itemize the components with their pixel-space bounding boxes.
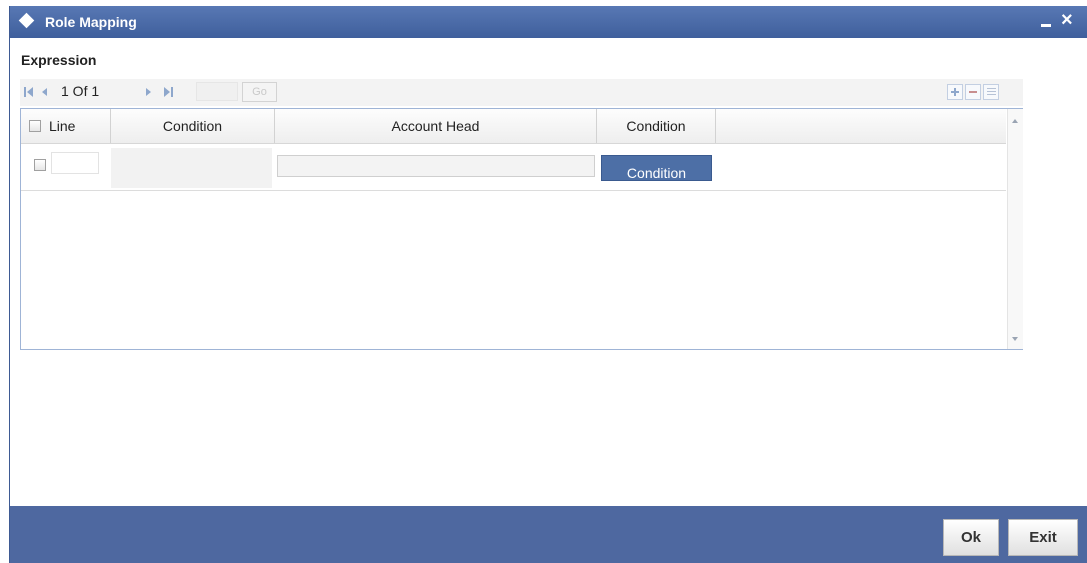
single-view-icon[interactable]	[983, 84, 999, 100]
column-header-line: Line	[21, 109, 111, 143]
page-number-input[interactable]	[196, 82, 238, 101]
vertical-scrollbar[interactable]	[1007, 109, 1023, 349]
page-indicator: 1 Of 1	[61, 83, 100, 99]
footer-bar: Ok Exit	[10, 506, 1087, 563]
column-header-condition: Condition	[111, 109, 275, 143]
scroll-down-icon[interactable]	[1012, 337, 1018, 341]
column-header-condition-button: Condition	[597, 109, 716, 143]
section-title: Expression	[21, 52, 97, 68]
role-mapping-window: Role Mapping × Expression 1 Of 1 Go Line…	[9, 6, 1087, 563]
diamond-icon	[18, 12, 35, 29]
next-page-icon[interactable]	[146, 87, 156, 97]
account-head-field[interactable]	[277, 155, 595, 177]
grid-header: Line Condition Account Head Condition	[21, 109, 1006, 144]
last-page-icon[interactable]	[164, 87, 174, 97]
ok-button[interactable]: Ok	[943, 519, 999, 556]
add-row-icon[interactable]	[947, 84, 963, 100]
select-all-checkbox[interactable]	[29, 120, 41, 132]
exit-button[interactable]: Exit	[1008, 519, 1078, 556]
column-header-account-head: Account Head	[275, 109, 597, 143]
grid-toolbar: 1 Of 1 Go	[20, 79, 1023, 106]
column-header-line-label: Line	[49, 118, 76, 134]
condition-field[interactable]	[111, 148, 272, 188]
line-number-field[interactable]	[51, 152, 99, 174]
condition-button[interactable]: Condition	[601, 155, 712, 181]
scroll-up-icon[interactable]	[1012, 119, 1018, 123]
expression-grid: Line Condition Account Head Condition Co…	[20, 108, 1023, 350]
row-checkbox[interactable]	[34, 159, 46, 171]
go-button[interactable]: Go	[242, 82, 277, 102]
previous-page-icon[interactable]	[42, 87, 52, 97]
title-bar[interactable]: Role Mapping ×	[10, 6, 1087, 38]
close-button[interactable]: ×	[1061, 8, 1073, 32]
window-title: Role Mapping	[45, 14, 137, 30]
delete-row-icon[interactable]	[965, 84, 981, 100]
table-row: Condition	[21, 144, 1006, 191]
first-page-icon[interactable]	[24, 87, 34, 97]
